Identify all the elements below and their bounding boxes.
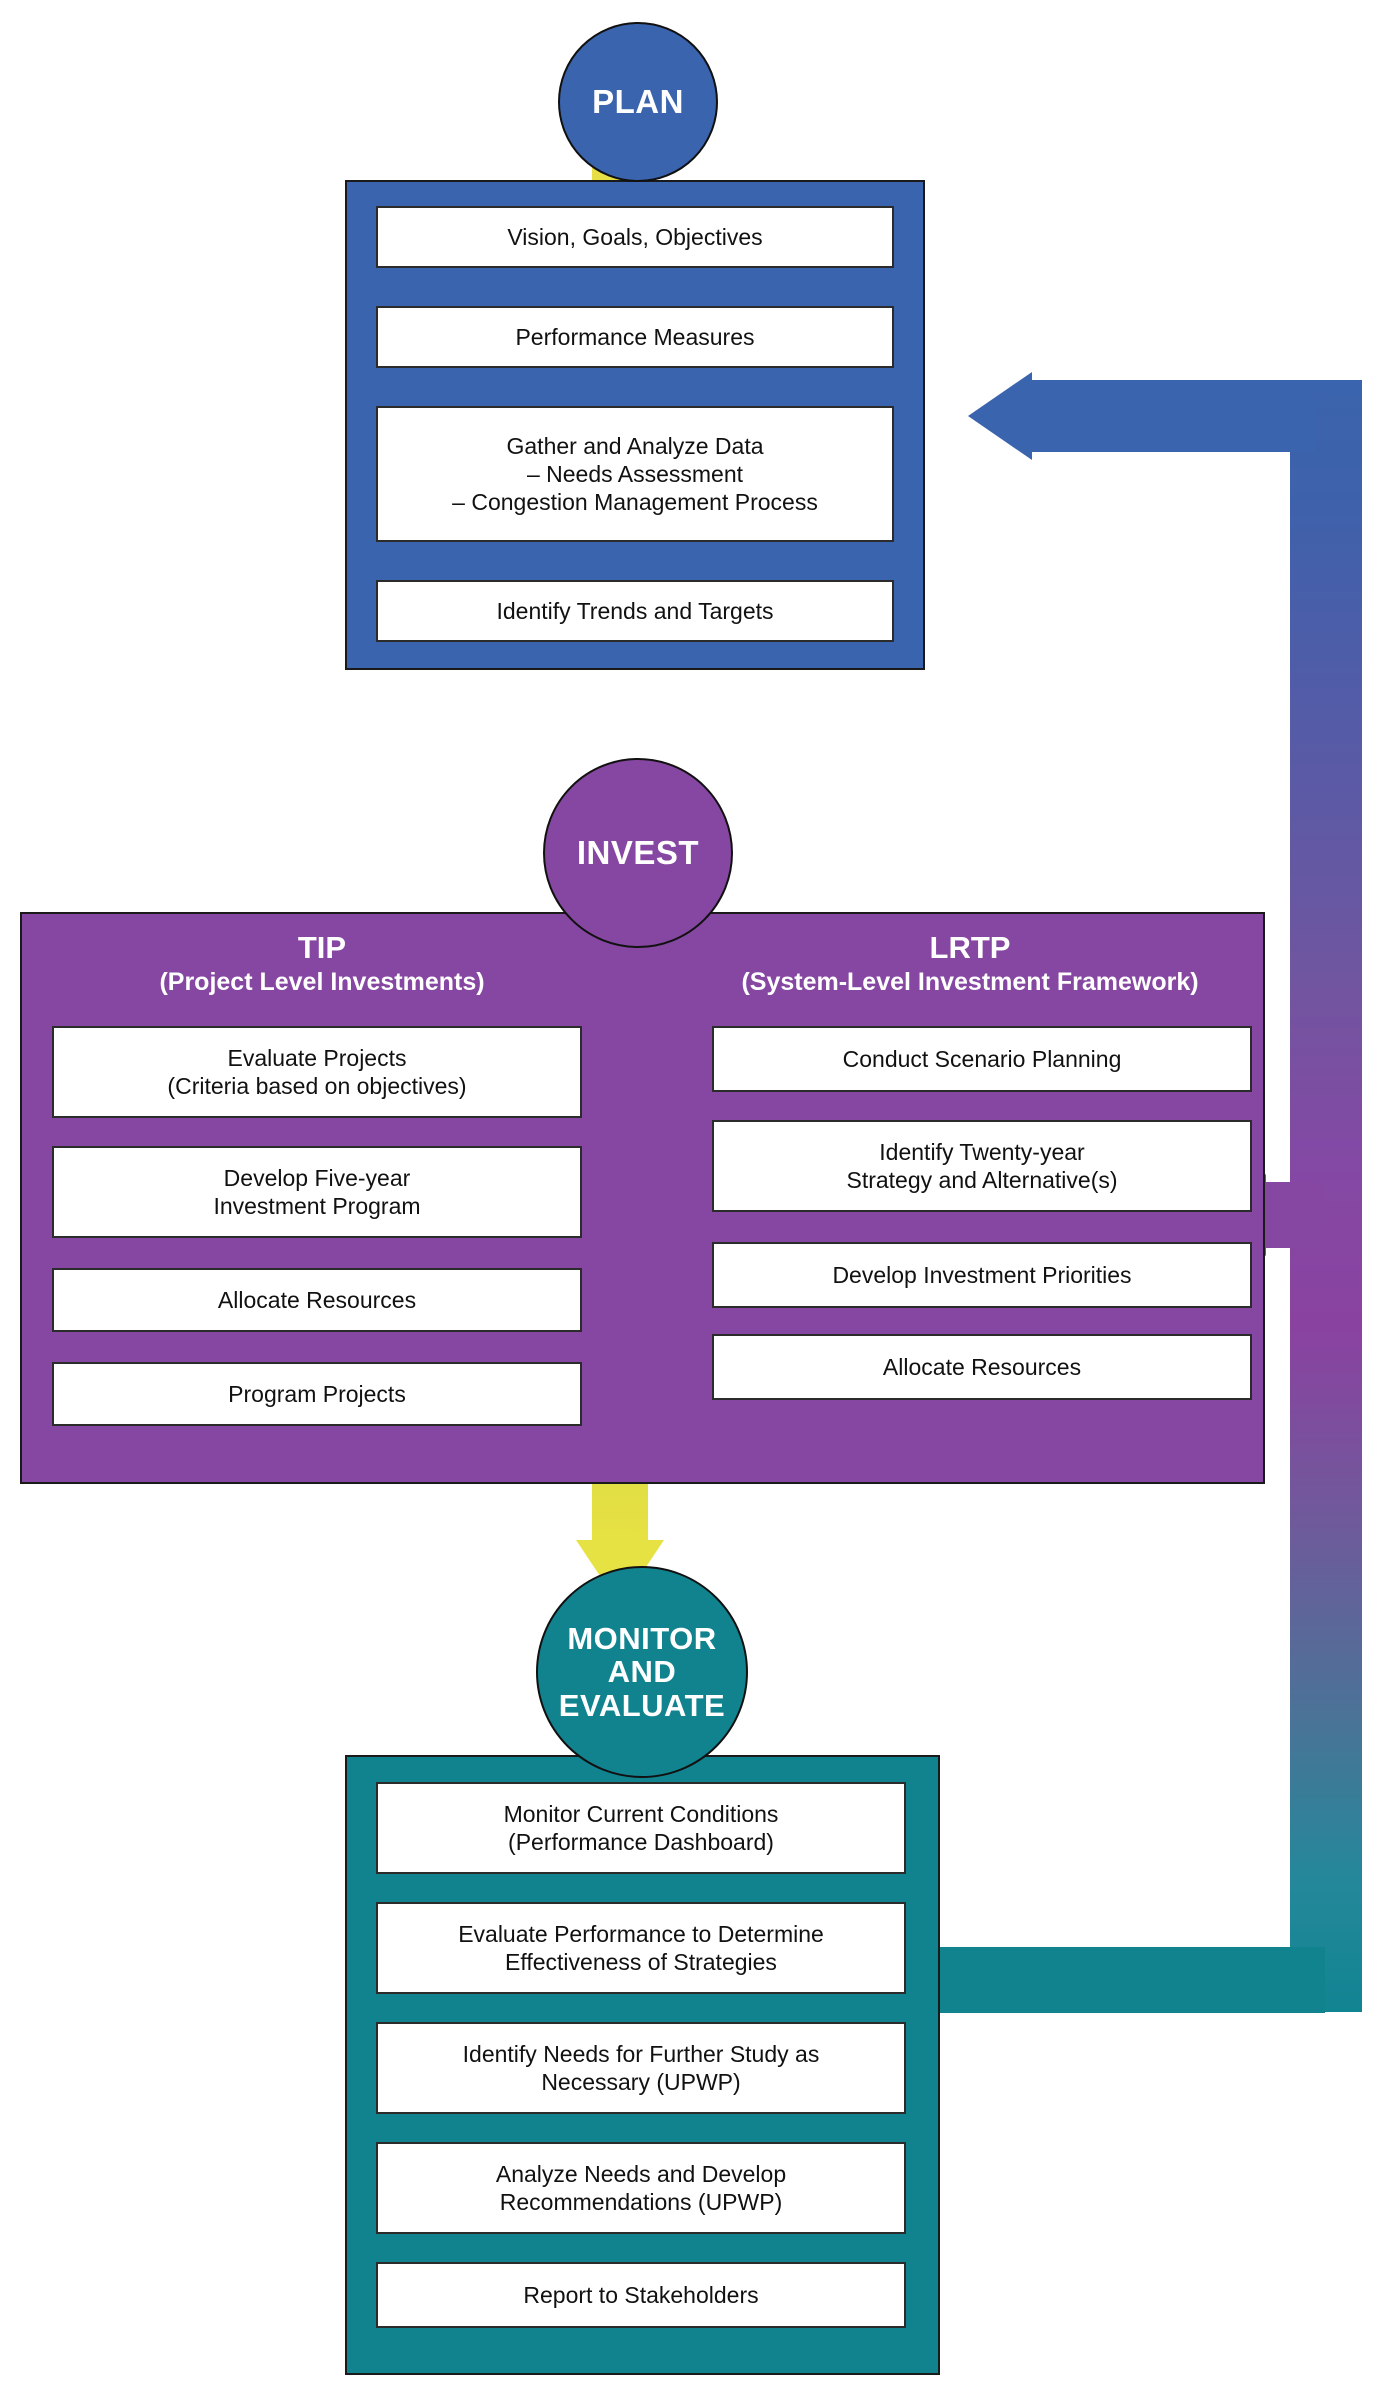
feedback-arrow-to-plan [968,372,1032,460]
plan-item-3-label: Gather and Analyze Data – Needs Assessmen… [452,432,818,516]
phase-circle-monitor-label: MONITOR AND EVALUATE [558,1620,726,1723]
tip-item-1[interactable]: Evaluate Projects (Criteria based on obje… [52,1026,582,1118]
tip-item-3-label: Allocate Resources [217,1286,417,1313]
column-title-tip: TIP (Project Level Investments) [52,930,592,997]
monitor-item-3-label: Identify Needs for Further Study as Neces… [462,2040,820,2095]
tip-item-4[interactable]: Program Projects [52,1362,582,1426]
column-title-lrtp-sub: (System-Level Investment Framework) [741,967,1199,996]
tip-item-4-label: Program Projects [228,1380,406,1407]
monitor-item-1-label: Monitor Current Conditions (Performance D… [503,1800,779,1855]
flowchart-canvas: PLAN Vision, Goals, Objectives Performan… [0,0,1391,2390]
feedback-ribbon-bottom-horizontal [905,1947,1325,2013]
lrtp-item-4[interactable]: Allocate Resources [712,1334,1252,1400]
lrtp-item-2-label: Identify Twenty-year Strategy and Alterna… [846,1138,1118,1193]
plan-item-4[interactable]: Identify Trends and Targets [376,580,894,642]
monitor-item-3[interactable]: Identify Needs for Further Study as Neces… [376,2022,906,2114]
monitor-item-4[interactable]: Analyze Needs and Develop Recommendations… [376,2142,906,2234]
phase-circle-monitor[interactable]: MONITOR AND EVALUATE [536,1566,748,1778]
plan-item-1[interactable]: Vision, Goals, Objectives [376,206,894,268]
lrtp-item-2[interactable]: Identify Twenty-year Strategy and Alterna… [712,1120,1252,1212]
feedback-ribbon-mid-horizontal [1262,1182,1324,1248]
monitor-item-2-label: Evaluate Performance to Determine Effecti… [458,1920,824,1975]
monitor-item-1[interactable]: Monitor Current Conditions (Performance D… [376,1782,906,1874]
column-title-lrtp-main: LRTP [929,930,1011,965]
phase-circle-plan-label: PLAN [592,83,684,121]
monitor-item-5-label: Report to Stakeholders [523,2281,759,2308]
plan-item-3[interactable]: Gather and Analyze Data – Needs Assessmen… [376,406,894,542]
plan-item-1-label: Vision, Goals, Objectives [507,223,763,250]
lrtp-item-4-label: Allocate Resources [882,1353,1082,1380]
monitor-item-4-label: Analyze Needs and Develop Recommendations… [495,2160,787,2215]
monitor-item-2[interactable]: Evaluate Performance to Determine Effecti… [376,1902,906,1994]
phase-circle-invest-label: INVEST [576,834,700,872]
tip-item-2[interactable]: Develop Five-year Investment Program [52,1146,582,1238]
phase-circle-plan[interactable]: PLAN [558,22,718,182]
lrtp-item-3[interactable]: Develop Investment Priorities [712,1242,1252,1308]
tip-item-2-label: Develop Five-year Investment Program [213,1164,421,1219]
column-title-tip-main: TIP [297,930,347,965]
tip-item-1-label: Evaluate Projects (Criteria based on obje… [167,1044,467,1099]
lrtp-item-3-label: Develop Investment Priorities [832,1261,1132,1288]
plan-item-2-label: Performance Measures [515,323,755,350]
feedback-ribbon-top-horizontal [1030,380,1315,452]
column-title-lrtp: LRTP (System-Level Investment Framework) [700,930,1240,997]
monitor-item-5[interactable]: Report to Stakeholders [376,2262,906,2328]
lrtp-item-1-label: Conduct Scenario Planning [842,1045,1122,1072]
plan-item-2[interactable]: Performance Measures [376,306,894,368]
column-title-tip-sub: (Project Level Investments) [159,967,485,996]
tip-item-3[interactable]: Allocate Resources [52,1268,582,1332]
lrtp-item-1[interactable]: Conduct Scenario Planning [712,1026,1252,1092]
plan-item-4-label: Identify Trends and Targets [496,597,774,624]
phase-circle-invest[interactable]: INVEST [543,758,733,948]
